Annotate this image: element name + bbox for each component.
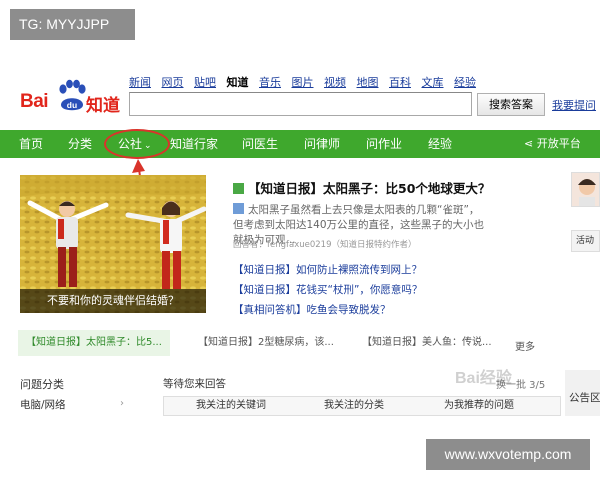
subtab-categories[interactable]: 我关注的分类 — [324, 397, 384, 415]
activity-button[interactable]: 活动 — [571, 230, 600, 252]
logo-du-text: du — [67, 100, 77, 110]
feature-headline[interactable]: 【知道日报】太阳黑子：比50个地球更大？ — [233, 178, 490, 197]
tab-ask-lawyer[interactable]: 问律师 — [304, 130, 340, 158]
tab-experts[interactable]: 知道行家 — [170, 130, 218, 158]
avatar[interactable] — [571, 172, 600, 207]
waiting-answer-title: 等待您来回答 — [163, 378, 226, 390]
open-platform-label: 开放平台 — [536, 137, 581, 150]
nav-music[interactable]: 音乐 — [259, 74, 281, 90]
subtab-keywords[interactable]: 我关注的关键词 — [196, 397, 266, 415]
nav-images[interactable]: 图片 — [292, 74, 314, 90]
search-input[interactable] — [129, 92, 472, 116]
carousel-tab[interactable]: 【知道日报】美人鱼：传说... — [362, 330, 492, 356]
more-link[interactable]: 更多 — [515, 338, 535, 353]
logo-bai-text: Bai — [20, 91, 49, 112]
main-nav-bar: 首页 分类 公社 ⌄ 知道行家 问医生 问律师 问作业 经验 ⋖ 开放平台 — [0, 130, 600, 158]
daily-icon — [233, 183, 244, 194]
tab-category[interactable]: 分类 — [68, 130, 92, 158]
ask-question-link[interactable]: 我要提问 — [552, 97, 596, 113]
subtab-recommended[interactable]: 为我推荐的问题 — [444, 397, 514, 415]
nav-tieba[interactable]: 贴吧 — [194, 74, 216, 90]
watermark-top: TG: MYYJJPP — [10, 9, 135, 40]
avatar-image — [578, 179, 596, 206]
nav-video[interactable]: 视频 — [324, 74, 346, 90]
carousel-tab[interactable]: 【知道日报】太阳黑子：比5... — [18, 330, 170, 356]
search-answers-button[interactable]: 搜索答案 — [477, 93, 545, 116]
nav-news[interactable]: 新闻 — [129, 74, 151, 90]
question-subtabs: 我关注的关键词 我关注的分类 为我推荐的问题 — [163, 396, 561, 416]
tab-home[interactable]: 首页 — [19, 130, 43, 158]
open-platform-link[interactable]: ⋖ 开放平台 — [524, 130, 581, 158]
feature-headline-text: 【知道日报】太阳黑子：比50个地球更大？ — [248, 181, 491, 196]
chevron-right-icon: › — [120, 398, 124, 409]
announcement-label: 公告区 — [569, 392, 600, 404]
nav-web[interactable]: 网页 — [162, 74, 184, 90]
paw-icon: du — [59, 79, 86, 111]
nav-map[interactable]: 地图 — [357, 74, 379, 90]
category-item-computer[interactable]: 电脑/网络 — [20, 397, 66, 412]
tab-ask-doctor[interactable]: 问医生 — [242, 130, 278, 158]
daily-carousel: 【知道日报】太阳黑子：比5... 【知道日报】2型糖尿病，该... 【知道日报】… — [18, 330, 538, 358]
announcement-panel: 公告区 — [565, 370, 600, 416]
top-nav: 新闻 网页 贴吧 知道 音乐 图片 视频 地图 百科 文库 经验 — [129, 74, 483, 90]
baidu-zhidao-logo[interactable]: Bai du 知道 — [20, 78, 124, 118]
nav-baike[interactable]: 百科 — [389, 74, 411, 90]
watermark-bottom: www.wxvotemp.com — [426, 439, 590, 470]
nav-jingyan[interactable]: 经验 — [454, 74, 476, 90]
photo-caption: 不要和你的灵魂伴侣结婚？ — [20, 289, 206, 313]
nav-wenku[interactable]: 文库 — [422, 74, 444, 90]
answer-icon — [233, 203, 244, 214]
logo-zhidao-text: 知道 — [86, 96, 120, 116]
tab-experience[interactable]: 经验 — [428, 130, 452, 158]
feature-photo[interactable]: 不要和你的灵魂伴侣结婚？ — [20, 175, 206, 313]
user-panel: 活动 — [571, 172, 600, 272]
tab-homework[interactable]: 问作业 — [366, 130, 402, 158]
watermark-center: Bai经验 — [455, 370, 512, 387]
carousel-tab[interactable]: 【知道日报】2型糖尿病，该... — [198, 330, 334, 356]
question-category-title: 问题分类 — [20, 378, 64, 391]
related-link[interactable]: 【知道日报】花钱买“杖刑”，你愿意吗？ — [233, 282, 422, 297]
share-icon: ⋖ — [524, 137, 537, 150]
related-link[interactable]: 【知道日报】如何防止裸照流传到网上？ — [233, 262, 422, 277]
nav-zhidao[interactable]: 知道 — [227, 74, 249, 90]
related-link[interactable]: 【真相问答机】吃鱼会导致脱发？ — [233, 302, 391, 317]
feature-answerer: 回答者：fengfaxue0219（知道日报特约作者） — [233, 240, 417, 250]
